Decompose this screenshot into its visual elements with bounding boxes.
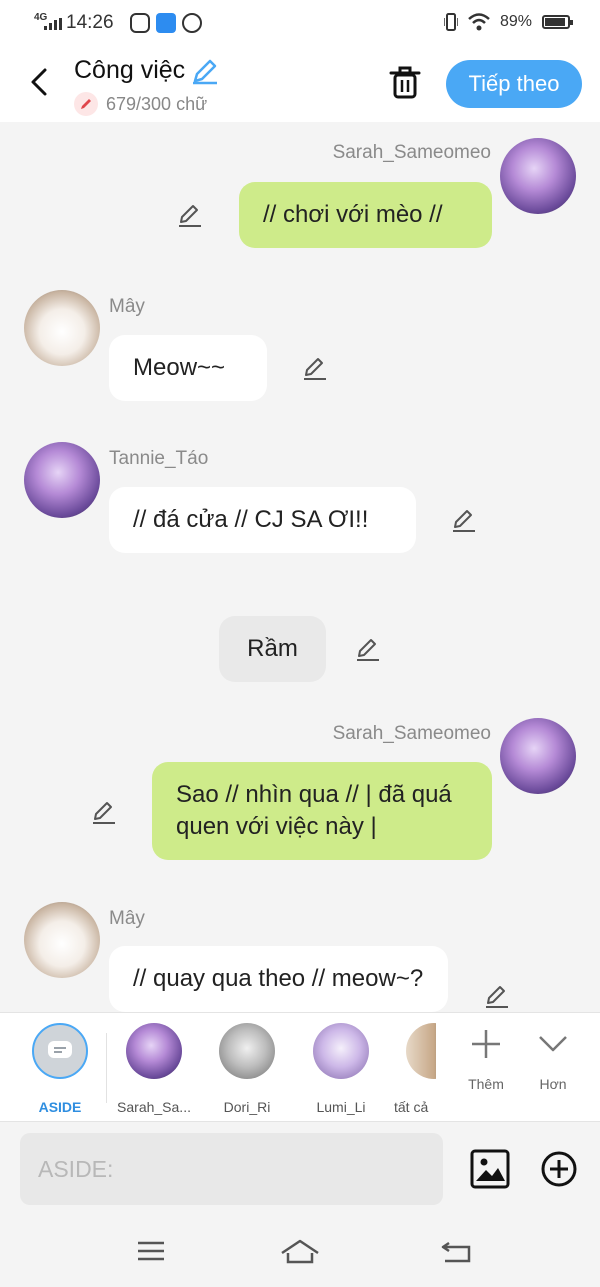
plus-icon xyxy=(472,1030,500,1058)
signal-icon xyxy=(44,18,62,30)
narration-bubble[interactable]: Rầm xyxy=(219,616,326,682)
home-icon[interactable] xyxy=(280,1235,320,1267)
character-item[interactable]: Dori_Ri xyxy=(207,1023,287,1115)
battery-icon xyxy=(542,15,573,29)
edit-icon[interactable] xyxy=(176,202,204,230)
character-aside[interactable]: ASIDE xyxy=(20,1023,100,1115)
avatar[interactable] xyxy=(24,902,100,978)
chevron-left-icon xyxy=(31,68,47,96)
message-bubble[interactable]: Sao // nhìn qua // | đã quá quen với việ… xyxy=(152,762,492,860)
char-count: 679/300 chữ xyxy=(106,93,208,114)
sender-name: Sarah_Sameomeo xyxy=(332,723,491,744)
wifi-icon xyxy=(468,13,490,31)
pencil-icon xyxy=(74,92,98,116)
add-label: Thêm xyxy=(468,1076,504,1092)
avatar[interactable] xyxy=(500,138,576,214)
status-time: 14:26 xyxy=(66,12,114,33)
character-bar: ASIDE Sarah_Sa... Dori_Ri Lumi_Li tất cả… xyxy=(0,1012,600,1122)
page-title: Công việc xyxy=(74,56,186,84)
character-label: Dori_Ri xyxy=(223,1099,271,1115)
avatar xyxy=(406,1023,436,1079)
character-item[interactable]: Lumi_Li xyxy=(301,1023,381,1115)
avatar[interactable] xyxy=(24,290,100,366)
avatar xyxy=(313,1023,369,1079)
system-nav-bar xyxy=(0,1217,600,1287)
character-label: Lumi_Li xyxy=(316,1099,366,1115)
circle-notification-icon xyxy=(182,13,202,33)
add-circle-icon[interactable] xyxy=(540,1150,578,1188)
char-count-row: 679/300 chữ xyxy=(74,92,207,116)
back-button[interactable] xyxy=(24,64,54,100)
avatar[interactable] xyxy=(24,442,100,518)
app-notification-icon xyxy=(156,13,176,33)
battery-level xyxy=(545,18,565,26)
edit-icon[interactable] xyxy=(354,636,382,664)
message-bubble[interactable]: // chơi với mèo // xyxy=(239,182,492,248)
sender-name: Sarah_Sameomeo xyxy=(332,142,491,163)
add-character-button[interactable]: Thêm xyxy=(456,1027,516,1092)
aside-avatar xyxy=(32,1023,88,1079)
chat-bubble-icon xyxy=(48,1041,72,1058)
back-nav-icon[interactable] xyxy=(437,1235,477,1267)
input-bar xyxy=(0,1122,600,1217)
message-bubble[interactable]: // quay qua theo // meow~? xyxy=(109,946,448,1012)
next-button[interactable]: Tiếp theo xyxy=(446,60,582,108)
sender-name: Tannie_Táo xyxy=(109,448,209,469)
zalo-notification-icon xyxy=(130,13,150,33)
character-item[interactable]: tất cả xyxy=(376,1023,436,1115)
avatar xyxy=(126,1023,182,1079)
page-title-row[interactable]: Công việc xyxy=(74,56,219,85)
header: Công việc 679/300 chữ Tiếp theo xyxy=(0,46,600,122)
divider xyxy=(106,1033,107,1103)
message-bubble[interactable]: // đá cửa // CJ SA ƠI!! xyxy=(109,487,416,553)
character-label: tất cả xyxy=(394,1099,429,1115)
notification-icons xyxy=(130,13,202,33)
message-bubble[interactable]: Meow~~ xyxy=(109,335,267,401)
vibrate-icon xyxy=(443,13,458,31)
avatar[interactable] xyxy=(500,718,576,794)
image-icon[interactable] xyxy=(470,1149,510,1189)
character-label: Sarah_Sa... xyxy=(117,1099,191,1115)
avatar xyxy=(219,1023,275,1079)
trash-icon[interactable] xyxy=(388,64,422,100)
edit-icon[interactable] xyxy=(301,355,329,383)
status-bar: 4G 14:26 89% xyxy=(0,0,600,46)
edit-icon[interactable] xyxy=(90,799,118,827)
edit-icon[interactable] xyxy=(450,507,478,535)
more-button[interactable]: Hơn xyxy=(523,1027,583,1092)
chevron-down-icon xyxy=(539,1036,567,1052)
more-label: Hơn xyxy=(539,1076,567,1092)
character-label: ASIDE xyxy=(38,1099,82,1115)
message-input[interactable] xyxy=(20,1133,443,1205)
menu-icon[interactable] xyxy=(130,1235,170,1267)
sender-name: Mây xyxy=(109,296,145,317)
edit-title-icon[interactable] xyxy=(191,57,219,85)
sender-name: Mây xyxy=(109,908,145,929)
character-item[interactable]: Sarah_Sa... xyxy=(114,1023,194,1115)
chat-area[interactable]: Sarah_Sameomeo // chơi với mèo // Mây Me… xyxy=(0,122,600,1012)
battery-percent: 89% xyxy=(499,13,532,30)
edit-icon[interactable] xyxy=(483,983,511,1011)
